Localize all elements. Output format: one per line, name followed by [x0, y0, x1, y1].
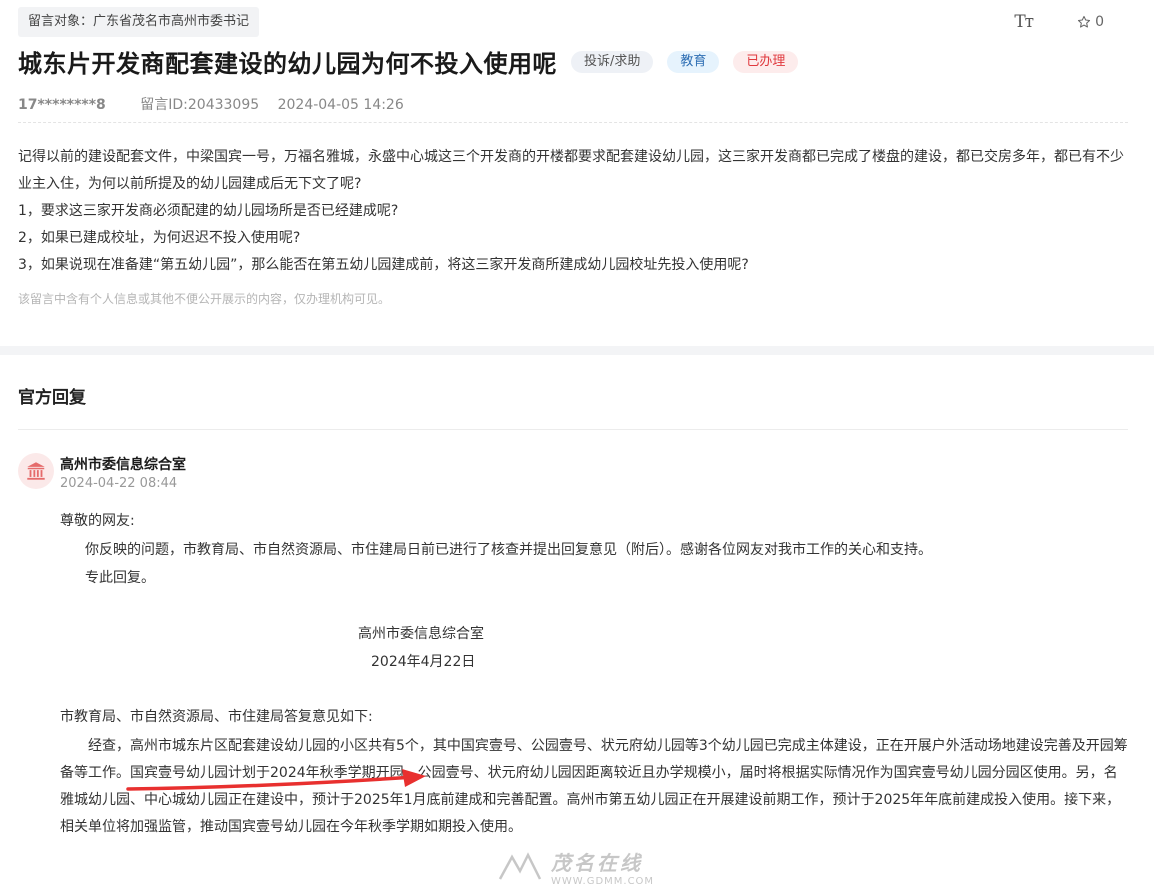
message-paragraph: 记得以前的建设配套文件，中梁国宾一号，万福名雅城，永盛中心城这三个开发商的开楼都… [18, 149, 1124, 192]
tag-type[interactable]: 投诉/求助 [571, 50, 654, 73]
reply-line: 专此回复。 [85, 570, 155, 586]
toolbar: Tт 0 [1014, 12, 1104, 32]
posted-time: 2024-04-05 14:26 [277, 97, 404, 113]
star-icon [1078, 15, 1091, 28]
official-reply-heading: 官方回复 [18, 388, 86, 408]
site-watermark: 茂名在线 WWW.GDMM.COM [497, 847, 654, 887]
reply-sign-date: 2024年4月22日 [371, 654, 476, 670]
title-row: 城东片开发商配套建设的幼儿园为何不投入使用呢 投诉/求助 教育 已办理 [18, 44, 799, 79]
status-badge: 已办理 [733, 50, 799, 73]
message-paragraph: 3，如果说现在准备建“第五幼儿园”，那么能否在第五幼儿园建成前，将这三家开发商所… [18, 257, 749, 273]
reply-salutation: 尊敬的网友: [60, 513, 135, 529]
message-paragraph: 1，要求这三家开发商必须配建的幼儿园场所是否已经建成呢? [18, 203, 399, 219]
reply-time: 2024-04-22 08:44 [60, 476, 178, 491]
section-separator [0, 346, 1154, 355]
government-building-icon [27, 462, 45, 480]
favorite-count: 0 [1095, 14, 1104, 30]
favorite-button[interactable]: 0 [1077, 14, 1104, 30]
divider [18, 429, 1128, 430]
message-paragraph: 2，如果已建成校址，为何迟迟不投入使用呢? [18, 230, 301, 246]
attachment-intro: 市教育局、市自然资源局、市住建局答复意见如下: [60, 709, 373, 725]
message-meta: 17********8 留言ID:20433095 2024-04-05 14:… [18, 94, 404, 114]
reply-line: 你反映的问题，市教育局、市自然资源局、市住建局日前已进行了核查并提出回复意见（附… [85, 542, 932, 558]
tag-field[interactable]: 教育 [667, 50, 720, 73]
red-arrow-annotation [126, 769, 426, 791]
message-id: 留言ID:20433095 [140, 97, 260, 113]
avatar [18, 453, 54, 489]
message-target-label: 留言对象：广东省茂名市高州市委书记 [18, 7, 260, 37]
watermark-text: 茂名在线 [551, 851, 643, 875]
page-title: 城东片开发商配套建设的幼儿园为何不投入使用呢 [18, 50, 557, 78]
privacy-note: 该留言中含有个人信息或其他不便公开展示的内容，仅办理机构可见。 [18, 292, 391, 306]
divider [18, 122, 1128, 123]
watermark-url: WWW.GDMM.COM [551, 876, 655, 887]
reply-org-name: 高州市委信息综合室 [60, 457, 186, 473]
font-size-icon[interactable]: Tт [1014, 12, 1034, 32]
reply-signature: 高州市委信息综合室 [358, 626, 484, 642]
message-body: 记得以前的建设配套文件，中梁国宾一号，万福名雅城，永盛中心城这三个开发商的开楼都… [18, 144, 1130, 279]
author-phone: 17********8 [18, 97, 106, 113]
watermark-logo-icon [498, 852, 542, 880]
